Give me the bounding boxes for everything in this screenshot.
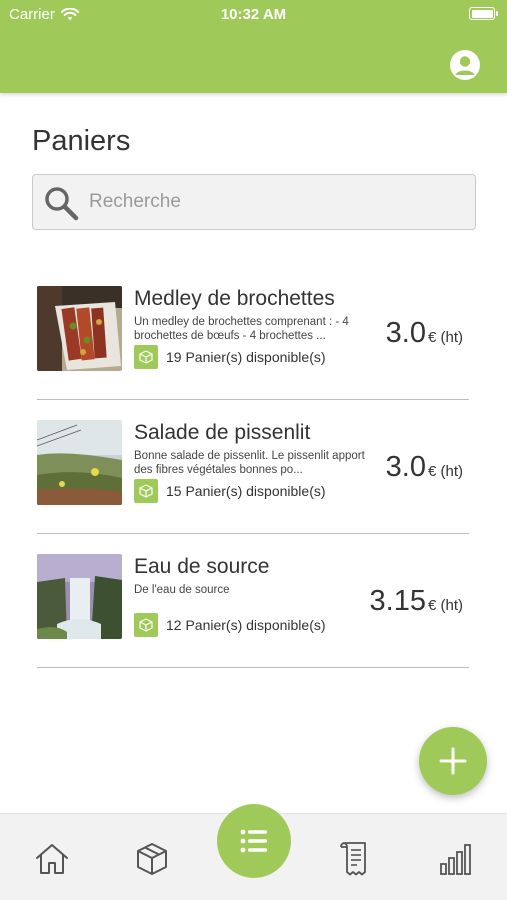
basket-stock: 19 Panier(s) disponible(s)	[134, 345, 326, 369]
basket-price: 3.0 € (ht)	[386, 451, 463, 484]
basket-description: Un medley de brochettes comprenant : - 4…	[134, 316, 349, 342]
basket-price: 3.15 € (ht)	[370, 585, 463, 618]
price-amount: 3.15	[369, 585, 426, 617]
basket-stock: 15 Panier(s) disponible(s)	[134, 479, 326, 503]
basket-stock-label: 12 Panier(s) disponible(s)	[166, 617, 326, 633]
basket-description: De l'eau de source	[134, 584, 230, 596]
search-bar[interactable]	[32, 174, 476, 230]
tab-baskets-active[interactable]	[217, 804, 291, 878]
bar-chart-icon[interactable]	[437, 841, 473, 877]
tab-bar	[0, 804, 507, 900]
search-icon	[45, 187, 79, 221]
plus-icon	[439, 747, 467, 775]
price-unit: € (ht)	[427, 463, 463, 480]
basket-name: Eau de source	[134, 555, 270, 578]
basket-thumbnail	[37, 554, 122, 639]
box-icon	[134, 345, 158, 369]
basket-name: Medley de brochettes	[134, 287, 335, 310]
box-icon	[134, 613, 158, 637]
list-icon	[240, 829, 267, 853]
basket-stock: 12 Panier(s) disponible(s)	[134, 613, 326, 637]
basket-item[interactable]: Medley de brochettes Un medley de broche…	[37, 266, 469, 400]
battery-icon	[469, 7, 498, 20]
basket-stock-label: 19 Panier(s) disponible(s)	[166, 349, 326, 365]
home-icon[interactable]	[34, 841, 70, 877]
basket-price: 3.0 € (ht)	[386, 317, 463, 350]
price-amount: 3.0	[385, 451, 426, 483]
page-title: Paniers	[32, 125, 131, 157]
price-unit: € (ht)	[427, 597, 463, 614]
basket-thumbnail	[37, 286, 122, 371]
basket-stock-label: 15 Panier(s) disponible(s)	[166, 483, 326, 499]
app-header: Carrier 10:32 AM	[0, 0, 507, 93]
status-time: 10:32 AM	[220, 6, 287, 23]
basket-item[interactable]: Eau de source De l'eau de source 12 Pani…	[37, 534, 469, 668]
box-icon[interactable]	[134, 841, 170, 877]
basket-description: Bonne salade de pissenlit. Le pissenlit …	[134, 450, 365, 476]
search-input[interactable]	[89, 187, 459, 217]
status-bar: Carrier 10:32 AM	[0, 0, 507, 30]
receipt-icon[interactable]	[337, 841, 373, 877]
user-icon[interactable]	[450, 50, 480, 80]
basket-item[interactable]: Salade de pissenlit Bonne salade de piss…	[37, 400, 469, 534]
basket-name: Salade de pissenlit	[134, 421, 311, 444]
basket-thumbnail	[37, 420, 122, 505]
price-amount: 3.0	[385, 317, 426, 349]
box-icon	[134, 479, 158, 503]
add-basket-button[interactable]	[419, 727, 487, 795]
price-unit: € (ht)	[427, 329, 463, 346]
